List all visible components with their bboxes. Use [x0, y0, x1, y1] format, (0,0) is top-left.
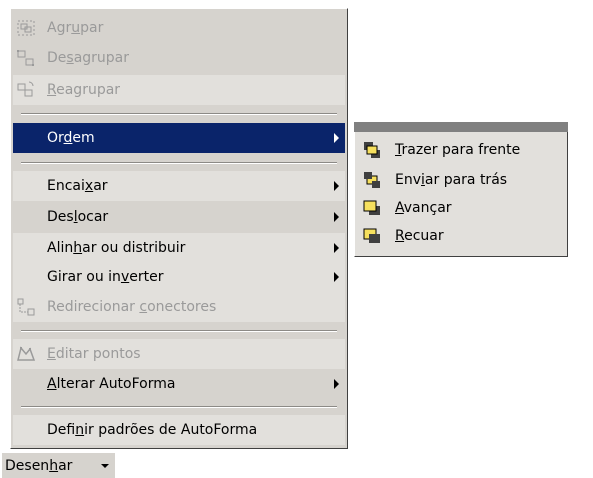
- menu-item-label: Deslocar: [47, 209, 109, 225]
- submenu-item-label: Avançar: [395, 200, 452, 216]
- send-backward-icon: [361, 225, 383, 247]
- submenu-arrow-icon: [334, 272, 339, 282]
- separator: [21, 330, 337, 332]
- submenu-item-trazer-para-frente[interactable]: Trazer para frente: [355, 136, 567, 164]
- menu-item-ordem[interactable]: Ordem: [13, 123, 345, 153]
- connector-icon: [15, 296, 37, 318]
- menu-item-label: Editar pontos: [47, 346, 141, 362]
- send-to-back-icon: [361, 169, 383, 191]
- submenu-arrow-icon: [334, 133, 339, 143]
- separator: [21, 162, 337, 164]
- bring-forward-icon: [361, 197, 383, 219]
- menu-item-alinhar[interactable]: Alinhar ou distribuir: [13, 233, 345, 263]
- menu-item-definir-padroes[interactable]: Definir padrões de AutoForma: [13, 415, 345, 445]
- submenu-item-label: Enviar para trás: [395, 172, 508, 188]
- submenu-item-label: Trazer para frente: [395, 142, 521, 158]
- menu-item-label: Definir padrões de AutoForma: [47, 422, 258, 438]
- menu-item-label: Desagrupar: [47, 50, 130, 66]
- menu-item-label: Agrupar: [47, 20, 104, 36]
- menu-item-agrupar[interactable]: Agrupar: [13, 13, 345, 43]
- dropdown-arrow-icon: [101, 464, 109, 468]
- separator: [21, 113, 337, 115]
- edit-points-icon: [15, 343, 37, 365]
- menu-item-label: Redirecionar conectores: [47, 299, 217, 315]
- submenu-body: Trazer para frente Enviar para trás Avan…: [354, 132, 568, 257]
- menu-item-encaixar[interactable]: Encaixar: [13, 171, 345, 201]
- menu-item-girar[interactable]: Girar ou inverter: [13, 262, 345, 292]
- submenu-arrow-icon: [334, 212, 339, 222]
- ordem-submenu: Trazer para frente Enviar para trás Avan…: [348, 122, 568, 257]
- menu-item-label: Alterar AutoForma: [47, 376, 176, 392]
- menu-item-redirecionar-conectores[interactable]: Redirecionar conectores: [13, 292, 345, 322]
- menu-item-alterar-autoforma[interactable]: Alterar AutoForma: [13, 369, 345, 399]
- submenu-arrow-icon: [334, 243, 339, 253]
- ungroup-icon: [15, 47, 37, 69]
- separator: [21, 406, 337, 408]
- group-icon: [15, 17, 37, 39]
- submenu-item-enviar-para-tras[interactable]: Enviar para trás: [355, 166, 567, 194]
- submenu-arrow-icon: [334, 379, 339, 389]
- menu-item-reagrupar[interactable]: Reagrupar: [13, 75, 345, 105]
- submenu-titlebar: [354, 122, 568, 132]
- menu-item-desagrupar[interactable]: Desagrupar: [13, 43, 345, 73]
- menu-item-label: Ordem: [47, 130, 95, 146]
- menu-item-editar-pontos[interactable]: Editar pontos: [13, 339, 345, 369]
- desenhar-button[interactable]: Desenhar: [2, 452, 115, 478]
- bring-to-front-icon: [361, 139, 383, 161]
- submenu-item-label: Recuar: [395, 228, 444, 244]
- menu-item-deslocar[interactable]: Deslocar: [13, 202, 345, 232]
- menu-item-label: Alinhar ou distribuir: [47, 240, 186, 256]
- regroup-icon: [15, 79, 37, 101]
- submenu-arrow-icon: [334, 181, 339, 191]
- submenu-item-avancar[interactable]: Avançar: [355, 194, 567, 222]
- menu-item-label: Reagrupar: [47, 82, 121, 98]
- menu-item-label: Girar ou inverter: [47, 269, 164, 285]
- draw-menu: Agrupar Desagrupar Reagrupar Ordem Encai…: [10, 8, 348, 449]
- desenhar-label: Desenhar: [5, 457, 73, 474]
- menu-item-label: Encaixar: [47, 178, 108, 194]
- submenu-item-recuar[interactable]: Recuar: [355, 222, 567, 250]
